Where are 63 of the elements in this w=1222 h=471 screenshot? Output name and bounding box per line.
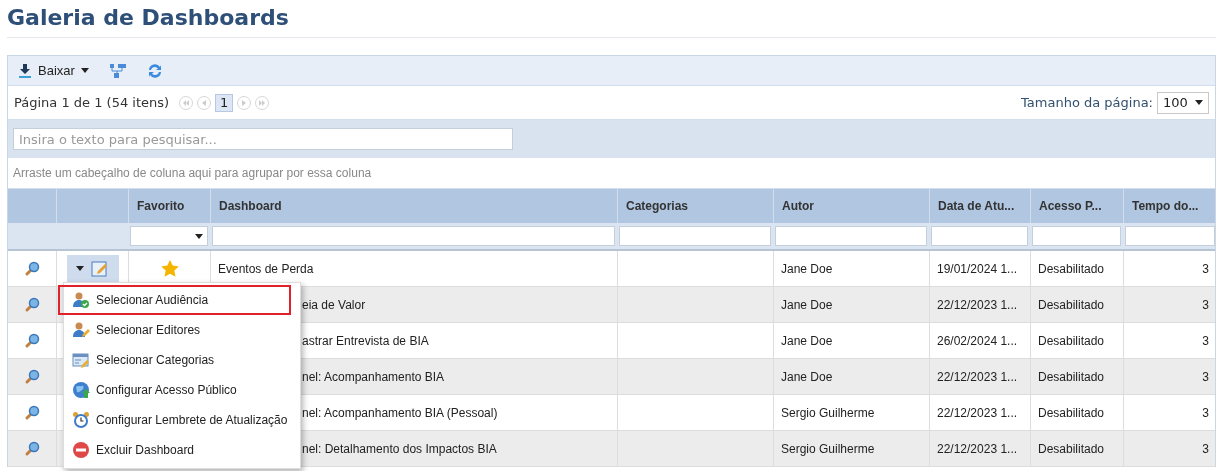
date-cell: 26/02/2024 1...	[929, 323, 1030, 358]
download-icon	[18, 63, 32, 78]
access-cell: Desabilitado	[1030, 287, 1123, 322]
date-cell: 22/12/2023 1...	[929, 431, 1030, 466]
filter-field[interactable]	[619, 226, 771, 246]
author-cell: Sergio Guilherme	[773, 431, 929, 466]
filter-field[interactable]	[775, 226, 927, 246]
hierarchy-icon[interactable]	[108, 62, 127, 79]
globe-icon	[72, 381, 90, 399]
left-arrow-icon	[200, 98, 209, 107]
date-cell: 19/01/2024 1...	[929, 251, 1030, 286]
magnifier-icon[interactable]	[24, 260, 40, 277]
alarm-clock-icon	[72, 411, 90, 429]
date-cell: 22/12/2023 1...	[929, 359, 1030, 394]
filter-field[interactable]	[212, 226, 615, 246]
access-cell: Desabilitado	[1030, 323, 1123, 358]
page-size-label: Tamanho da página:	[1021, 95, 1153, 110]
double-left-arrow-icon	[182, 98, 191, 107]
star-icon[interactable]	[160, 260, 179, 277]
author-cell: Sergio Guilherme	[773, 395, 929, 430]
access-cell: Desabilitado	[1030, 251, 1123, 286]
caret-icon	[1195, 100, 1203, 105]
page-number[interactable]: 1	[215, 93, 234, 112]
page-title: Galeria de Dashboards	[7, 0, 1216, 38]
time-cell: 3	[1123, 359, 1217, 394]
caret-icon	[76, 266, 84, 271]
author-cell: Jane Doe	[773, 323, 929, 358]
time-cell: 3	[1123, 431, 1217, 466]
magnifier-icon[interactable]	[24, 440, 40, 457]
filter-field[interactable]	[1032, 226, 1121, 246]
delete-icon	[72, 441, 90, 459]
access-cell: Desabilitado	[1030, 431, 1123, 466]
row-actions-button[interactable]	[66, 254, 119, 283]
form-pencil-icon	[72, 351, 90, 369]
author-cell: Jane Doe	[773, 251, 929, 286]
access-cell: Desabilitado	[1030, 395, 1123, 430]
caret-icon	[195, 233, 203, 239]
magnifier-icon[interactable]	[24, 368, 40, 385]
filter-field[interactable]	[931, 226, 1028, 246]
magnifier-icon[interactable]	[24, 332, 40, 349]
filter-dropdown[interactable]	[130, 226, 208, 246]
magnifier-icon[interactable]	[24, 404, 40, 421]
time-cell: 3	[1123, 323, 1217, 358]
time-cell: 3	[1123, 395, 1217, 430]
filter-field[interactable]	[1125, 226, 1215, 246]
time-cell: 3	[1123, 251, 1217, 286]
page-size-select[interactable]: 100	[1157, 91, 1209, 114]
search-field[interactable]: Insira o texto para pesquisar...	[13, 128, 513, 150]
author-cell: Jane Doe	[773, 287, 929, 322]
magnifier-icon[interactable]	[24, 296, 40, 313]
caret-icon	[80, 68, 89, 73]
access-cell: Desabilitado	[1030, 359, 1123, 394]
download-button[interactable]: Baixar	[18, 63, 89, 78]
author-cell: Jane Doe	[773, 359, 929, 394]
date-cell: 22/12/2023 1...	[929, 287, 1030, 322]
edit-icon	[91, 259, 109, 278]
time-cell: 3	[1123, 287, 1217, 322]
user-check-icon	[72, 291, 90, 309]
refresh-icon[interactable]	[146, 62, 163, 79]
date-cell: 22/12/2023 1...	[929, 395, 1030, 430]
double-right-arrow-icon	[258, 98, 267, 107]
user-pencil-icon	[72, 321, 90, 339]
pager-summary: Página 1 de 1 (54 itens)	[14, 95, 170, 110]
